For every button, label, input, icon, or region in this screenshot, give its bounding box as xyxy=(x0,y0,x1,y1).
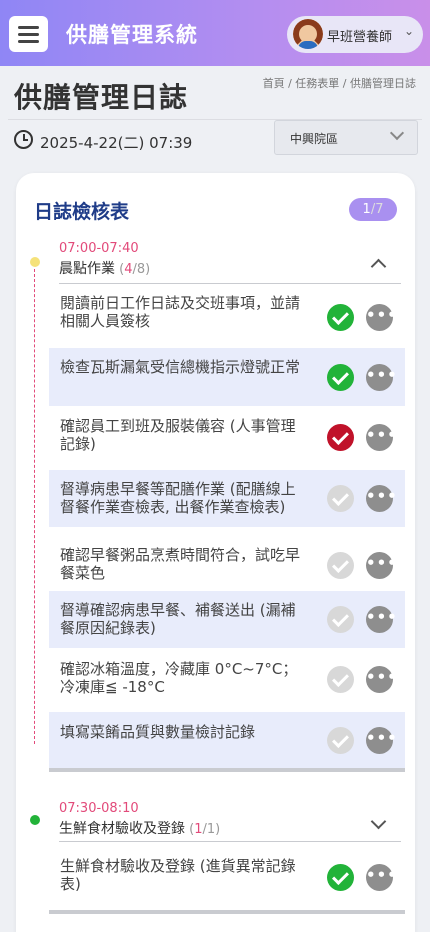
check-pending-icon[interactable] xyxy=(327,485,354,512)
task-text: 確認早餐粥品烹煮時間符合，試吃早餐菜色 xyxy=(60,546,301,582)
section-done-count: 4 xyxy=(124,262,133,277)
more-options-icon[interactable]: ••• xyxy=(366,364,397,391)
task-row: 確認冰箱溫度，冷藏庫 0°C~7°C；冷凍庫≦ -18°C ••• xyxy=(49,650,405,708)
chevron-up-icon[interactable] xyxy=(370,258,387,275)
avatar xyxy=(293,19,323,49)
more-options-icon[interactable]: ••• xyxy=(366,424,397,451)
check-fail-icon[interactable] xyxy=(327,424,354,451)
timeline-dot xyxy=(30,815,40,825)
check-done-icon[interactable] xyxy=(327,304,354,331)
check-done-icon[interactable] xyxy=(327,364,354,391)
task-text: 填寫菜餚品質與數量檢討記錄 xyxy=(60,723,256,741)
more-options-icon[interactable]: ••• xyxy=(366,485,397,512)
task-row: 閱讀前日工作日誌及交班事項，並請相關人員簽核 ••• xyxy=(49,284,405,348)
task-row: 確認早餐粥品烹煮時間符合，試吃早餐菜色 ••• xyxy=(49,536,405,594)
section-bottom-bar xyxy=(49,910,405,914)
section-count: (1/1) xyxy=(185,822,221,837)
task-text: 督導確認病患早餐、補餐送出 (漏補餐原因紀錄表) xyxy=(60,601,296,637)
chevron-down-icon[interactable] xyxy=(370,813,387,830)
section-bottom-bar xyxy=(49,768,405,772)
task-text: 督導病患早餐等配膳作業 (配膳線上督餐作業查檢表, 出餐作業查檢表) xyxy=(60,480,296,516)
section-time: 07:00-07:40 xyxy=(59,241,139,256)
task-row: 檢查瓦斯漏氣受信總機指示燈號正常 ••• xyxy=(49,348,405,406)
task-row: 確認員工到班及服裝儀容 (人事管理記錄) ••• xyxy=(49,407,405,468)
task-row: 生鮮食材驗收及登錄 (進貨異常記錄表) ••• xyxy=(49,847,405,907)
check-pending-icon[interactable] xyxy=(327,666,354,693)
section-count: (4/8) xyxy=(115,262,151,277)
task-row: 督導病患早餐等配膳作業 (配膳線上督餐作業查檢表, 出餐作業查檢表) ••• xyxy=(49,470,405,527)
user-name: 早班營養師 xyxy=(327,30,393,45)
section-done-count: 1 xyxy=(194,822,203,837)
site-select-value: 中興院區 xyxy=(290,132,339,146)
more-options-icon[interactable]: ••• xyxy=(366,864,397,891)
section-total-count: /1 xyxy=(202,822,216,837)
user-menu[interactable]: 早班營養師 ⌄ xyxy=(287,16,423,53)
section-title: 晨點作業 xyxy=(59,261,115,277)
top-bar: 供膳管理系統 早班營養師 ⌄ xyxy=(0,0,430,66)
badge-total: /7 xyxy=(370,202,384,217)
card-title: 日誌檢核表 xyxy=(34,201,130,223)
more-options-icon[interactable]: ••• xyxy=(366,727,397,754)
task-row: 填寫菜餚品質與數量檢討記錄 ••• xyxy=(49,712,405,768)
badge-current: 1 xyxy=(362,202,371,217)
page-title: 供膳管理日誌 xyxy=(14,81,189,114)
section-title: 生鮮食材驗收及登錄 xyxy=(59,821,185,837)
check-pending-icon[interactable] xyxy=(327,606,354,633)
app-title: 供膳管理系統 xyxy=(66,23,198,47)
site-select[interactable]: 中興院區 xyxy=(274,120,418,155)
task-text: 確認員工到班及服裝儀容 (人事管理記錄) xyxy=(60,417,296,453)
more-options-icon[interactable]: ••• xyxy=(366,606,397,633)
breadcrumb[interactable]: 首頁 / 任務表單 / 供膳管理日誌 xyxy=(263,75,416,91)
more-options-icon[interactable]: ••• xyxy=(366,304,397,331)
timeline-line xyxy=(34,269,35,744)
section-total-count: /8 xyxy=(132,262,146,277)
chevron-down-icon: ⌄ xyxy=(404,24,415,38)
timeline-dot xyxy=(30,257,40,267)
clock-icon xyxy=(14,130,33,149)
check-pending-icon[interactable] xyxy=(327,552,354,579)
task-text: 閱讀前日工作日誌及交班事項，並請相關人員簽核 xyxy=(60,294,301,330)
check-done-icon[interactable] xyxy=(327,864,354,891)
section-time: 07:30-08:10 xyxy=(59,801,139,816)
checklist-card: 日誌檢核表 1/7 07:00-07:40 晨點作業 (4/8) 閱讀前日工作日誌及… xyxy=(16,173,415,932)
more-options-icon[interactable]: ••• xyxy=(366,666,397,693)
section-divider xyxy=(59,841,401,842)
task-text: 確認冰箱溫度，冷藏庫 0°C~7°C；冷凍庫≦ -18°C xyxy=(60,660,298,696)
progress-badge: 1/7 xyxy=(349,198,397,221)
chevron-down-icon xyxy=(389,125,405,141)
section-name[interactable]: 生鮮食材驗收及登錄 (1/1) xyxy=(59,818,220,838)
task-text: 生鮮食材驗收及登錄 (進貨異常記錄表) xyxy=(60,857,296,893)
check-pending-icon[interactable] xyxy=(327,727,354,754)
more-options-icon[interactable]: ••• xyxy=(366,552,397,579)
section-name[interactable]: 晨點作業 (4/8) xyxy=(59,258,150,278)
hamburger-menu-icon[interactable] xyxy=(9,16,48,52)
task-text: 檢查瓦斯漏氣受信總機指示燈號正常 xyxy=(60,358,301,376)
datetime: 2025-4-22(二) 07:39 xyxy=(40,134,193,152)
task-row: 督導確認病患早餐、補餐送出 (漏補餐原因紀錄表) ••• xyxy=(49,591,405,648)
